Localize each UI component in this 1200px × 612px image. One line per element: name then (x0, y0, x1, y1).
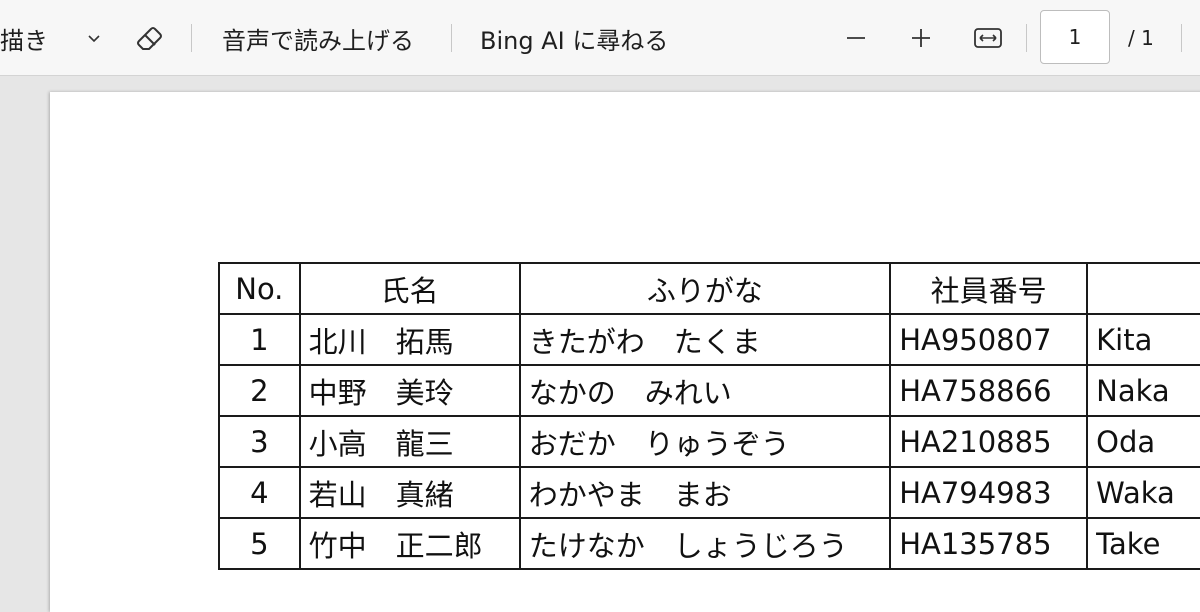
eraser-button[interactable] (130, 18, 170, 58)
toolbar-divider (1026, 24, 1027, 52)
cell-romaji: Take (1086, 517, 1200, 570)
page-number-input[interactable] (1040, 10, 1110, 64)
cell-romaji: Kita (1086, 313, 1200, 366)
table-row: 2 中野 美玲 なかの みれい HA758866 Naka (218, 364, 1200, 417)
cell-furigana: おだか りゅうぞう (518, 415, 892, 468)
column-header-romaji (1086, 262, 1200, 315)
cell-employee-id: HA794983 (889, 466, 1089, 519)
pdf-page: No. 氏名 ふりがな 社員番号 1 北川 拓馬 きたがわ たくま HA9508… (50, 92, 1200, 612)
cell-furigana: たけなか しょうじろう (518, 517, 892, 570)
cell-no: 4 (218, 466, 301, 519)
cell-name: 小高 龍三 (298, 415, 521, 468)
cell-no: 5 (218, 517, 301, 570)
fit-width-icon (974, 28, 1002, 48)
zoom-in-button[interactable] (901, 18, 941, 58)
chevron-down-icon (88, 35, 100, 43)
employee-table: No. 氏名 ふりがな 社員番号 1 北川 拓馬 きたがわ たくま HA9508… (218, 262, 1200, 570)
cell-name: 竹中 正二郎 (298, 517, 521, 570)
column-header-employee-id: 社員番号 (889, 262, 1089, 315)
eraser-icon (137, 27, 162, 50)
cell-employee-id: HA210885 (889, 415, 1089, 468)
column-header-name: 氏名 (298, 262, 521, 315)
draw-button[interactable]: 描き (0, 0, 48, 76)
draw-label: 描き (0, 26, 48, 55)
minus-icon (847, 37, 865, 39)
fit-width-button[interactable] (968, 18, 1008, 58)
cell-employee-id: HA758866 (889, 364, 1089, 417)
cell-furigana: わかやま まお (518, 466, 892, 519)
cell-employee-id: HA135785 (889, 517, 1089, 570)
table-header-row: No. 氏名 ふりがな 社員番号 (218, 262, 1200, 315)
cell-furigana: きたがわ たくま (518, 313, 892, 366)
column-header-no: No. (218, 262, 301, 315)
table-row: 5 竹中 正二郎 たけなか しょうじろう HA135785 Take (218, 517, 1200, 570)
zoom-out-button[interactable] (836, 18, 876, 58)
page-total: / 1 (1128, 26, 1154, 50)
cell-no: 1 (218, 313, 301, 366)
pdf-toolbar: 描き 音声で読み上げる Bing AI に尋ねる / 1 (0, 0, 1200, 76)
column-header-furigana: ふりがな (518, 262, 892, 315)
table-row: 1 北川 拓馬 きたがわ たくま HA950807 Kita (218, 313, 1200, 366)
cell-romaji: Naka (1086, 364, 1200, 417)
cell-name: 中野 美玲 (298, 364, 521, 417)
ask-bing-label: Bing AI に尋ねる (480, 26, 669, 55)
cell-employee-id: HA950807 (889, 313, 1089, 366)
table-row: 4 若山 真緒 わかやま まお HA794983 Waka (218, 466, 1200, 519)
read-aloud-button[interactable]: 音声で読み上げる (222, 0, 414, 76)
table-row: 3 小高 龍三 おだか りゅうぞう HA210885 Oda (218, 415, 1200, 468)
pdf-viewer-area[interactable]: No. 氏名 ふりがな 社員番号 1 北川 拓馬 きたがわ たくま HA9508… (0, 76, 1200, 612)
cell-name: 若山 真緒 (298, 466, 521, 519)
ask-bing-button[interactable]: Bing AI に尋ねる (480, 0, 668, 76)
cell-romaji: Waka (1086, 466, 1200, 519)
toolbar-divider (1181, 24, 1182, 52)
cell-no: 2 (218, 364, 301, 417)
cell-romaji: Oda (1086, 415, 1200, 468)
toolbar-divider (191, 24, 192, 52)
read-aloud-label: 音声で読み上げる (222, 26, 414, 55)
toolbar-divider (451, 24, 452, 52)
cell-furigana: なかの みれい (518, 364, 892, 417)
plus-icon (912, 29, 930, 47)
draw-options-button[interactable] (74, 18, 114, 58)
cell-no: 3 (218, 415, 301, 468)
cell-name: 北川 拓馬 (298, 313, 521, 366)
